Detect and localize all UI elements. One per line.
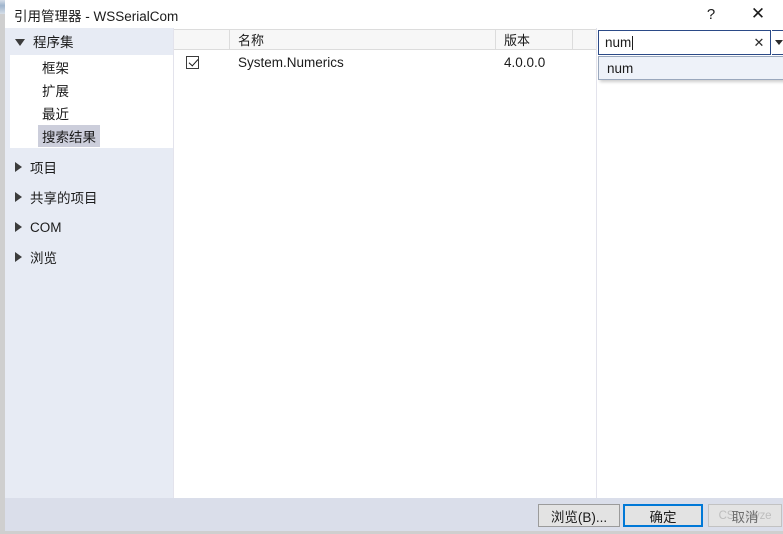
ok-button[interactable]: 确定 — [623, 504, 703, 527]
row-checkbox-cell[interactable] — [174, 55, 230, 69]
nav-group-shared-projects[interactable]: 共享的项目 — [5, 182, 173, 212]
nav-group-assemblies-label: 程序集 — [33, 35, 74, 50]
sidebar-item-search-results-label: 搜索结果 — [38, 124, 100, 147]
navigation-panel: 程序集 框架 扩展 最近 搜索结果 项目 共享的项目 COM 浏览 — [5, 28, 173, 498]
window-title: 引用管理器 - WSSerialCom — [14, 9, 179, 24]
list-item[interactable]: num — [599, 57, 783, 79]
browse-button[interactable]: 浏览(B)... — [538, 504, 620, 527]
help-icon[interactable]: ? — [690, 0, 732, 28]
nav-group-browse[interactable]: 浏览 — [5, 242, 173, 272]
text-caret — [632, 36, 634, 50]
close-icon[interactable]: ✕ — [737, 0, 779, 28]
cancel-button[interactable]: CS…alyze 取消 — [708, 504, 782, 527]
sidebar-item-extensions[interactable]: 扩展 — [10, 78, 173, 101]
chevron-right-icon — [15, 222, 22, 232]
column-header-version[interactable]: 版本 — [496, 30, 573, 49]
table-row[interactable]: System.Numerics 4.0.0.0 — [174, 50, 596, 74]
nav-group-projects-label: 项目 — [30, 161, 57, 176]
cancel-button-label: 取消 — [731, 509, 759, 525]
reference-manager-dialog: 引用管理器 - WSSerialCom ? ✕ 程序集 框架 扩展 最近 搜索结… — [0, 0, 783, 534]
chevron-right-icon — [15, 252, 22, 262]
nav-group-assemblies[interactable]: 程序集 — [5, 28, 173, 54]
sidebar-item-recent[interactable]: 最近 — [10, 101, 173, 124]
search-input-value[interactable]: num — [599, 35, 748, 50]
dialog-content: 程序集 框架 扩展 最近 搜索结果 项目 共享的项目 COM 浏览 名称 版本 … — [5, 28, 783, 498]
sidebar-item-search-results[interactable]: 搜索结果 — [10, 124, 173, 147]
chevron-right-icon — [15, 162, 22, 172]
sidebar-item-recent-label: 最近 — [42, 106, 69, 122]
row-version-cell: 4.0.0.0 — [504, 54, 546, 70]
nav-collapsed-groups: 项目 共享的项目 COM 浏览 — [5, 152, 173, 272]
checkbox-icon[interactable] — [186, 55, 199, 69]
sidebar-item-framework-label: 框架 — [42, 60, 69, 76]
nav-group-projects[interactable]: 项目 — [5, 152, 173, 182]
assembly-list-pane: 名称 版本 System.Numerics 4.0.0.0 — [173, 28, 596, 498]
title-bar: 引用管理器 - WSSerialCom ? ✕ — [5, 0, 783, 28]
sidebar-item-framework[interactable]: 框架 — [10, 55, 173, 78]
details-pane — [596, 28, 783, 498]
sidebar-item-extensions-label: 扩展 — [42, 83, 69, 99]
nav-group-com-label: COM — [30, 219, 62, 235]
chevron-down-icon — [15, 38, 25, 46]
row-name-cell: System.Numerics — [238, 54, 344, 70]
column-header-extra[interactable] — [573, 30, 596, 49]
column-header-name[interactable]: 名称 — [230, 30, 496, 49]
nav-group-shared-projects-label: 共享的项目 — [30, 191, 98, 206]
search-area: num ✕ — [596, 29, 783, 56]
nav-group-browse-label: 浏览 — [30, 251, 57, 266]
search-suggestions-popup: num — [598, 56, 783, 80]
chevron-right-icon — [15, 192, 22, 202]
search-input[interactable]: num ✕ — [598, 30, 771, 55]
dialog-footer: 浏览(B)... 确定 CS…alyze 取消 — [5, 498, 783, 531]
chevron-down-icon — [774, 40, 783, 45]
search-dropdown-button[interactable] — [772, 30, 783, 55]
clear-search-icon[interactable]: ✕ — [748, 31, 770, 54]
nav-group-com[interactable]: COM — [5, 212, 173, 242]
search-text: num — [605, 35, 632, 50]
list-header-row: 名称 版本 — [174, 29, 596, 50]
nav-subitems-panel: 框架 扩展 最近 搜索结果 — [10, 55, 173, 148]
assembly-list-rows: System.Numerics 4.0.0.0 — [174, 50, 596, 74]
column-header-checkbox[interactable] — [174, 30, 230, 49]
